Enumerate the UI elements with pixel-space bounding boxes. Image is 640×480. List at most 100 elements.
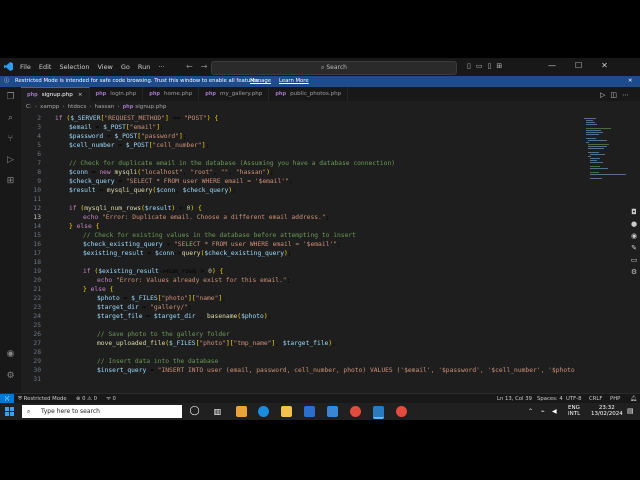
chrome-icon[interactable] [396, 406, 407, 417]
store-icon[interactable] [304, 406, 315, 417]
tab-signup[interactable]: php signup.php × [21, 87, 90, 101]
code-line[interactable]: 25 [21, 321, 576, 330]
code-line[interactable]: 24 $target_file = $target_dir . basename(… [21, 312, 576, 321]
code-line[interactable]: 31 [21, 375, 576, 384]
code-line[interactable]: 29 // Insert data into the database [21, 357, 576, 366]
code-line[interactable]: 4 $password = $_POST["password"]; [21, 132, 576, 141]
tray-chevron-icon[interactable]: ⌃ [528, 408, 533, 415]
command-search-box[interactable]: ⌕ Search [211, 61, 457, 75]
code-line[interactable]: 14} else { [21, 222, 576, 231]
run-icon[interactable]: ▷ [600, 91, 610, 99]
minimize-icon[interactable]: — [548, 61, 556, 70]
language-indicator[interactable]: ENG INTL [568, 405, 580, 417]
microphone-icon[interactable]: ● [628, 220, 640, 232]
toggle-secondary-sidebar-icon[interactable]: ▯ [487, 62, 496, 70]
camera-icon[interactable]: ◘ [628, 208, 640, 220]
tab-my-gallery[interactable]: php my_gallery.php [199, 87, 270, 101]
code-line[interactable]: 30 $insert_query = "INSERT INTO user (ema… [21, 366, 576, 375]
clock[interactable]: 23:32 13/02/2024 [591, 405, 623, 417]
tab-public-photos[interactable]: php public_photos.php [269, 87, 349, 101]
code-line[interactable]: 11 [21, 195, 576, 204]
code-line[interactable]: 21} else { [21, 285, 576, 294]
extensions-icon[interactable]: ⊞ [5, 176, 16, 187]
code-line[interactable]: 19 if ($existing_result->num_rows > 0) { [21, 267, 576, 276]
breadcrumb-item[interactable]: xampp [40, 104, 59, 110]
code-line[interactable]: 32 if ($conn->query($insert_query) === TR… [21, 384, 576, 385]
chrome-icon[interactable] [350, 406, 361, 417]
breadcrumb-item[interactable]: signup.php [135, 104, 166, 110]
record-icon[interactable]: ◉ [628, 232, 640, 244]
screen-icon[interactable]: ▭ [628, 256, 640, 268]
code-editor[interactable]: 2 if ($_SERVER["REQUEST_METHOD"] == "POST… [21, 114, 576, 385]
volume-icon[interactable]: ◀︎ [552, 408, 557, 415]
more-actions-icon[interactable]: ⋯ [622, 91, 634, 99]
back-arrow-icon[interactable]: ← [186, 62, 201, 71]
code-line[interactable]: 15 // Check for existing values in the da… [21, 231, 576, 240]
settings-gear-icon[interactable]: ⚙ [5, 371, 16, 382]
breadcrumb-item[interactable]: htdocs [68, 104, 87, 110]
toggle-sidebar-icon[interactable]: ▯ [467, 62, 476, 70]
code-line[interactable]: 27 move_uploaded_file($_FILES["photo"]["t… [21, 339, 576, 348]
file-explorer-icon[interactable] [281, 406, 292, 417]
tab-home[interactable]: php home.php [143, 87, 200, 101]
code-line[interactable]: 3 $email = $_POST["email"]; [21, 123, 576, 132]
code-line[interactable]: 12 if (mysqli_num_rows($result) > 0) { [21, 204, 576, 213]
code-line[interactable]: 9 $check_query = "SELECT * FROM user WHER… [21, 177, 576, 186]
windows-start-icon[interactable] [5, 407, 14, 416]
account-icon[interactable]: ◉ [5, 349, 16, 360]
code-line[interactable]: 23 $target_dir = "gallery/"; [21, 303, 576, 312]
menu-selection[interactable]: Selection [59, 63, 89, 71]
minimap-line [586, 142, 589, 143]
vscode-taskbar-icon[interactable] [373, 406, 384, 419]
menu-go[interactable]: Go [121, 63, 130, 71]
manage-link[interactable]: Manage [250, 76, 271, 87]
minimap[interactable] [582, 114, 626, 384]
settings-icon[interactable]: ⚙ [628, 268, 640, 280]
code-line[interactable]: 7 // Check for duplicate email in the dat… [21, 159, 576, 168]
notification-center-icon[interactable]: ▤ [627, 407, 634, 415]
split-editor-icon[interactable]: ◫ [610, 91, 622, 99]
customize-layout-icon[interactable]: ⊞ [496, 62, 507, 70]
code-line[interactable]: 20 echo "Error: Values already exist for … [21, 276, 576, 285]
code-line[interactable]: 6 [21, 150, 576, 159]
xampp-icon[interactable] [236, 406, 247, 417]
code-text: if ($existing_result->num_rows > 0) { [83, 268, 224, 275]
close-banner-icon[interactable]: ✕ [628, 76, 632, 87]
source-control-icon[interactable]: ⑂ [5, 134, 16, 145]
run-debug-icon[interactable]: ▷ [5, 155, 16, 166]
taskbar-search[interactable]: ⌕ Type here to search [22, 405, 182, 418]
code-line[interactable]: 2 if ($_SERVER["REQUEST_METHOD"] == "POST… [21, 114, 576, 123]
pen-icon[interactable]: ✎ [628, 244, 640, 256]
code-line[interactable]: 10 $result = mysqli_query($conn, $check_q… [21, 186, 576, 195]
mail-icon[interactable] [327, 406, 338, 417]
code-line[interactable]: 8 $conn = new mysqli("localhost", "root",… [21, 168, 576, 177]
explorer-icon[interactable]: ❐ [5, 92, 16, 103]
close-tab-icon[interactable]: × [78, 92, 83, 98]
floating-toolbar: ◘ ● ◉ ✎ ▭ ⚙ [628, 208, 640, 280]
menu-more[interactable]: ··· [158, 63, 164, 71]
learn-more-link[interactable]: Learn More [279, 76, 309, 87]
code-line[interactable]: 22 $photo = $_FILES["photo"]["name"]; [21, 294, 576, 303]
tab-login[interactable]: php login.php [90, 87, 144, 101]
search-icon[interactable]: ⌕ [5, 113, 16, 124]
code-line[interactable]: 13 echo "Error: Duplicate email. Choose a… [21, 213, 576, 222]
toggle-panel-icon[interactable]: ▭ [476, 62, 488, 70]
edge-icon[interactable] [258, 406, 269, 417]
code-line[interactable]: 18 [21, 258, 576, 267]
close-window-icon[interactable]: ✕ [601, 61, 608, 70]
menu-file[interactable]: File [20, 63, 31, 71]
menu-run[interactable]: Run [138, 63, 150, 71]
code-line[interactable]: 26 // Save photo to the gallery folder [21, 330, 576, 339]
widgets-icon[interactable]: ▥ [212, 406, 223, 417]
network-icon[interactable]: ⌁ [541, 408, 545, 415]
code-line[interactable]: 5 $cell_number = $_POST["cell_number"]; [21, 141, 576, 150]
menu-view[interactable]: View [97, 63, 112, 71]
task-view-icon[interactable]: ◯ [189, 406, 200, 417]
maximize-icon[interactable]: ☐ [575, 61, 582, 70]
menu-edit[interactable]: Edit [39, 63, 52, 71]
code-line[interactable]: 28 [21, 348, 576, 357]
code-line[interactable]: 17 $existing_result = $conn->query($check… [21, 249, 576, 258]
code-line[interactable]: 16 $check_existing_query = "SELECT * FROM… [21, 240, 576, 249]
breadcrumb-item[interactable]: C: [26, 104, 32, 110]
breadcrumb-item[interactable]: hassan [95, 104, 115, 110]
